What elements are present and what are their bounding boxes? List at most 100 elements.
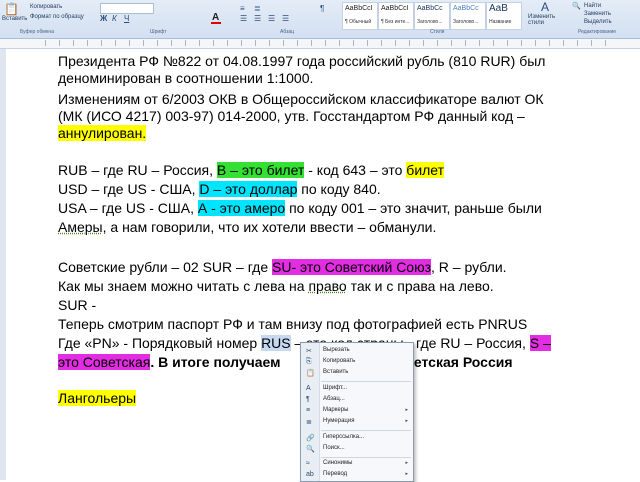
font-color-bar [211, 22, 221, 24]
text-line: USA – где US - США, А - это амеро по код… [58, 199, 542, 218]
text-run: - код 643 – это [304, 162, 407, 178]
text-run: Где «PN» - Порядковый номер [58, 335, 262, 351]
find-button[interactable]: Найти [584, 3, 601, 9]
numbering-icon: ≣ [306, 419, 312, 426]
menu-item-label: Копировать [323, 358, 356, 364]
menu-separator [321, 430, 411, 431]
highlighted-text: SU- это Советский Союз [272, 259, 432, 275]
highlighted-text: А - это амеро [197, 200, 286, 216]
submenu-arrow-icon: ▸ [405, 460, 408, 466]
bullets-icon: ≡ [306, 407, 311, 414]
bold-icon[interactable]: Ж [100, 14, 107, 23]
text-run: Изменениям от 6/2003 ОКВ в Общероссийско… [58, 91, 544, 107]
align-right-icon[interactable]: ☰ [268, 14, 275, 23]
menu-item-label: Шрифт... [323, 385, 348, 391]
style-heading-2[interactable]: AaBbCc Заголово... [450, 2, 486, 30]
text-line: Как мы знаем можно читать с лева на прав… [58, 277, 494, 296]
bullets-icon[interactable]: ≡ [240, 4, 245, 13]
style-name: Заголово... [417, 19, 443, 25]
submenu-arrow-icon: ▸ [405, 407, 408, 413]
highlighted-text: Лангольеры [58, 390, 137, 406]
submenu-arrow-icon: ▸ [405, 418, 408, 424]
paste-button[interactable]: Вставить [2, 16, 27, 22]
menu-item-label: Вставить [323, 369, 349, 375]
menu-item-lookup[interactable]: 🔍 Поиск... [301, 444, 413, 455]
style-name: Заголово... [453, 19, 479, 25]
menu-item-bullets[interactable]: ≡ Маркеры ▸ [301, 406, 413, 417]
style-name: ¶ Без инте... [381, 19, 410, 25]
font-group-label: Шрифт [150, 29, 167, 35]
paragraph-icon: ¶ [306, 396, 310, 403]
style-title[interactable]: AaB Название [486, 2, 522, 30]
text-run: по коду 840. [297, 181, 381, 197]
justify-icon[interactable]: ☰ [282, 14, 289, 23]
text-run: USA – где US - США, [58, 200, 198, 216]
copy-button[interactable]: Копировать [30, 4, 62, 10]
menu-item-label: Нумерация [323, 418, 355, 424]
context-menu: ✂ Вырезать ⎘ Копировать 📋 Вставить A Шри… [300, 342, 414, 482]
text-run: SUR - [58, 297, 97, 313]
text-line: RUB – где RU – Россия, B – это билет - к… [58, 161, 445, 180]
menu-item-translate[interactable]: ab Перевод ▸ [301, 470, 413, 481]
highlighted-text: билет [406, 162, 445, 178]
style-sample: AaBbCc [453, 5, 479, 12]
text-run: (МК (ИСО 4217) 003-97) 014-2000, утв. Го… [58, 108, 525, 124]
text-run: , а нам говорили, что их хотели ввести –… [102, 219, 437, 235]
menu-item-paragraph[interactable]: ¶ Абзац... [301, 395, 413, 406]
change-styles-button[interactable]: Изменить стили [528, 14, 562, 26]
menu-item-paste[interactable]: 📋 Вставить [301, 368, 413, 379]
text-run: Советские рубли – 02 SUR – где [58, 259, 273, 275]
menu-item-hyperlink[interactable]: 🔗 Гиперссылка... [301, 433, 413, 444]
paragraph-group-label: Абзац [280, 29, 295, 35]
style-name: Название [489, 19, 512, 25]
submenu-arrow-icon: ▸ [405, 471, 408, 477]
align-left-icon[interactable]: ☰ [240, 14, 247, 23]
numbering-icon[interactable]: ≣ [254, 4, 261, 13]
select-button[interactable]: Выделить [584, 19, 612, 25]
highlighted-text: B – это билет [216, 162, 305, 178]
text-run: деноминирован в соотношении 1:1000. [58, 70, 314, 86]
menu-item-label: Маркеры [323, 407, 349, 413]
change-styles-icon[interactable]: A [541, 0, 549, 14]
format-painter-button[interactable]: Формат по образцу [30, 14, 84, 20]
text-line: деноминирован в соотношении 1:1000. [58, 69, 313, 88]
text-run: право [308, 278, 347, 294]
style-sample: AaBbCcI [381, 5, 409, 12]
menu-item-font[interactable]: A Шрифт... [301, 384, 413, 395]
text-run: RUB – где RU – Россия, [58, 162, 217, 178]
copy-icon: ⎘ [306, 358, 312, 365]
style-sample: AaBbCc [417, 5, 443, 12]
menu-item-copy[interactable]: ⎘ Копировать [301, 357, 413, 368]
highlighted-text: это Советская [58, 354, 151, 370]
styles-group-label: Стили [430, 29, 445, 35]
paste-icon[interactable]: 📋 [4, 2, 19, 16]
search-icon: 🔍 [306, 446, 315, 453]
menu-item-synonyms[interactable]: ≈ Синонимы ▸ [301, 459, 413, 470]
text-line: Лангольеры [58, 389, 137, 408]
menu-item-cut[interactable]: ✂ Вырезать [301, 346, 413, 357]
style-name: ¶ Обычный [345, 19, 372, 25]
menu-item-numbering[interactable]: ≣ Нумерация ▸ [301, 417, 413, 428]
scissors-icon: ✂ [306, 348, 312, 355]
text-run: ветская Россия [405, 354, 513, 370]
ribbon: 📋 Вставить Копировать Формат по образцу … [0, 0, 640, 39]
style-heading-1[interactable]: AaBbCc Заголово... [414, 2, 450, 30]
horizontal-ruler[interactable] [0, 39, 640, 49]
link-icon: 🔗 [306, 435, 315, 442]
find-icon[interactable]: 🔍 [572, 2, 581, 10]
menu-item-label: Поиск... [323, 445, 345, 451]
menu-separator [321, 457, 411, 458]
highlighted-text: S – [529, 335, 551, 351]
text-run: Как мы знаем можно читать с лева на [58, 278, 309, 294]
align-center-icon[interactable]: ☰ [254, 14, 261, 23]
pilcrow-icon[interactable]: ¶ [320, 4, 324, 13]
text-run: так и с права на лево. [346, 278, 494, 294]
font-name-box[interactable] [100, 3, 154, 14]
style-no-spacing[interactable]: AaBbCcI ¶ Без инте... [378, 2, 414, 30]
italic-icon[interactable]: К [112, 14, 117, 23]
replace-button[interactable]: Заменить [584, 11, 611, 17]
text-line: SUR - [58, 296, 96, 315]
style-normal[interactable]: AaBbCcI ¶ Обычный [342, 2, 378, 30]
underline-icon[interactable]: Ч [124, 14, 129, 23]
paste-icon: 📋 [306, 370, 315, 377]
